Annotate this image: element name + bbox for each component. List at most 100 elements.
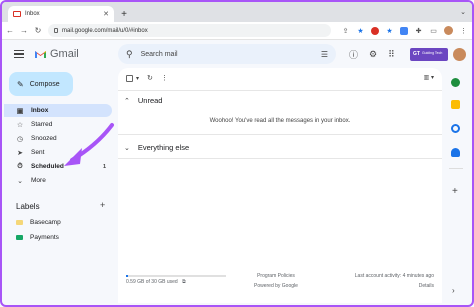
label-name: Payments bbox=[30, 234, 59, 241]
settings-gear-icon[interactable]: ⚙ bbox=[369, 49, 377, 60]
sidebar-item-label: More bbox=[31, 177, 46, 184]
gmail-header: Gmail ⚲ Search mail ☰ ⓘ ⚙ ⠿ GT Guiding T… bbox=[4, 40, 470, 68]
search-icon[interactable]: ⚲ bbox=[126, 49, 133, 60]
close-tab-icon[interactable]: ✕ bbox=[103, 10, 109, 18]
more-options-icon[interactable]: ⋮ bbox=[161, 74, 168, 82]
label-tag-icon bbox=[16, 235, 23, 240]
sidebar-item-inbox[interactable]: ▣ Inbox bbox=[4, 104, 112, 117]
back-icon[interactable]: ← bbox=[6, 26, 14, 35]
sidebar-item-label: Sent bbox=[31, 149, 45, 156]
extension-star-icon[interactable]: ★ bbox=[385, 26, 394, 35]
new-tab-button[interactable]: + bbox=[117, 6, 131, 22]
search-filters-icon[interactable]: ☰ bbox=[321, 50, 328, 59]
sidebar-item-label: Inbox bbox=[31, 107, 49, 114]
gmail-favicon-icon bbox=[13, 11, 21, 17]
sidebar-item-label: Starred bbox=[31, 121, 53, 128]
sidebar: ✎ Compose ▣ Inbox ☆ Starred ◷ Snoozed ➤ … bbox=[4, 68, 116, 303]
reload-icon[interactable]: ↻ bbox=[34, 26, 42, 35]
gmail-logo[interactable]: Gmail bbox=[34, 48, 79, 60]
star-icon: ☆ bbox=[16, 121, 24, 129]
calendar-icon[interactable] bbox=[451, 78, 460, 87]
add-app-plus-icon[interactable]: + bbox=[452, 186, 458, 197]
badge-text: Guiding Tech bbox=[421, 51, 443, 56]
chevron-down-icon: ⌄ bbox=[124, 144, 130, 152]
search-input[interactable]: Search mail bbox=[141, 51, 313, 58]
details-link[interactable]: Details bbox=[355, 281, 434, 291]
add-label-icon[interactable]: + bbox=[100, 200, 105, 210]
tab-inbox[interactable]: Inbox ✕ bbox=[8, 6, 114, 22]
gmail-m-icon bbox=[35, 51, 46, 58]
browser-window: Inbox ✕ + ⌄ ← → ↻ mail.google.com/mail/u… bbox=[0, 0, 474, 307]
extension-red-icon[interactable] bbox=[371, 26, 379, 35]
refresh-icon[interactable]: ↻ bbox=[147, 74, 153, 82]
help-icon[interactable]: ⓘ bbox=[349, 48, 358, 61]
chevron-up-icon: ⌃ bbox=[124, 97, 130, 105]
extension-blue-icon[interactable] bbox=[400, 26, 408, 35]
search-bar[interactable]: ⚲ Search mail ☰ bbox=[118, 44, 336, 64]
hide-panel-chevron-icon[interactable]: › bbox=[452, 286, 455, 295]
section-everything-else[interactable]: ⌄ Everything else bbox=[124, 143, 189, 152]
main-menu-icon[interactable] bbox=[14, 50, 24, 58]
account-avatar[interactable] bbox=[453, 47, 466, 61]
compose-button[interactable]: ✎ Compose bbox=[9, 72, 73, 96]
url-text: mail.google.com/mail/u/0/#inbox bbox=[62, 27, 148, 34]
section-unread[interactable]: ⌃ Unread bbox=[124, 96, 162, 105]
tasks-icon[interactable] bbox=[451, 124, 460, 133]
inbox-icon: ▣ bbox=[16, 107, 24, 115]
label-item-basecamp[interactable]: Basecamp bbox=[4, 216, 112, 229]
scheduled-icon: ⏱ bbox=[17, 162, 23, 170]
lock-icon bbox=[54, 28, 58, 33]
label-item-payments[interactable]: Payments bbox=[4, 231, 112, 244]
sidebar-toggle-icon[interactable]: ▭ bbox=[429, 26, 438, 35]
compose-label: Compose bbox=[29, 80, 60, 88]
storage-fill bbox=[126, 275, 128, 277]
url-bar[interactable]: mail.google.com/mail/u/0/#inbox bbox=[48, 24, 331, 37]
storage-bar bbox=[126, 275, 226, 277]
clock-icon: ◷ bbox=[16, 135, 24, 143]
divider bbox=[118, 134, 442, 135]
split-pane-toggle-icon[interactable]: ▥ ▾ bbox=[424, 74, 434, 81]
address-bar-row: ← → ↻ mail.google.com/mail/u/0/#inbox ⇪ … bbox=[2, 22, 472, 40]
share-icon[interactable]: ⇪ bbox=[341, 26, 350, 35]
last-activity-text: Last account activity: 4 minutes ago bbox=[354, 273, 434, 279]
footer-right: Last account activity: 4 minutes ago Det… bbox=[355, 271, 434, 291]
divider bbox=[118, 90, 442, 91]
divider bbox=[449, 168, 463, 169]
sidebar-item-more[interactable]: ⌄ More bbox=[4, 174, 112, 187]
annotation-arrow-icon bbox=[64, 123, 114, 166]
header-icons: ⓘ ⚙ ⠿ bbox=[349, 48, 395, 61]
pencil-icon: ✎ bbox=[17, 79, 24, 89]
bookmark-star-icon[interactable]: ★ bbox=[356, 26, 365, 35]
browser-menu-icon[interactable]: ⋮ bbox=[459, 26, 468, 35]
labels-heading: Labels bbox=[16, 202, 40, 211]
mail-toolbar: ▾ ↻ ⋮ ▥ ▾ bbox=[118, 68, 442, 88]
storage-usage: 0.59 GB of 30 GB used ⧉ bbox=[126, 279, 186, 285]
tab-search-chevron-icon[interactable]: ⌄ bbox=[460, 8, 466, 16]
section-title: Unread bbox=[137, 96, 163, 105]
program-policies-link[interactable]: Program Policies bbox=[254, 271, 298, 281]
external-link-icon[interactable]: ⧉ bbox=[182, 279, 186, 285]
puzzle-icon[interactable]: ✚ bbox=[414, 26, 423, 35]
forward-icon[interactable]: → bbox=[20, 26, 28, 35]
divider bbox=[118, 158, 442, 159]
section-title: Everything else bbox=[137, 143, 190, 152]
profile-avatar[interactable] bbox=[444, 26, 453, 35]
tab-bar: Inbox ✕ + ⌄ bbox=[2, 2, 472, 22]
workspace-badge[interactable]: GT Guiding Tech bbox=[410, 47, 448, 61]
chevron-down-icon: ⌄ bbox=[17, 177, 23, 185]
label-name: Basecamp bbox=[30, 219, 61, 226]
tab-title: Inbox bbox=[25, 11, 40, 17]
side-panel: + › bbox=[442, 68, 470, 303]
mail-list-panel: ▾ ↻ ⋮ ▥ ▾ ⌃ Unread Woohoo! You've read a… bbox=[118, 68, 442, 303]
select-all-checkbox[interactable] bbox=[126, 74, 133, 82]
mail-footer: 0.59 GB of 30 GB used ⧉ Program Policies… bbox=[126, 271, 434, 293]
storage-text: 0.59 GB of 30 GB used bbox=[126, 279, 178, 285]
label-tag-icon bbox=[16, 220, 23, 225]
apps-grid-icon[interactable]: ⠿ bbox=[388, 49, 395, 60]
contacts-icon[interactable] bbox=[451, 148, 460, 157]
badge-logo: GT bbox=[413, 51, 420, 57]
send-icon: ➤ bbox=[17, 149, 23, 157]
select-dropdown-chevron-icon[interactable]: ▾ bbox=[136, 75, 139, 82]
keep-icon[interactable] bbox=[451, 100, 460, 109]
powered-by-text: Powered by Google bbox=[254, 283, 298, 289]
